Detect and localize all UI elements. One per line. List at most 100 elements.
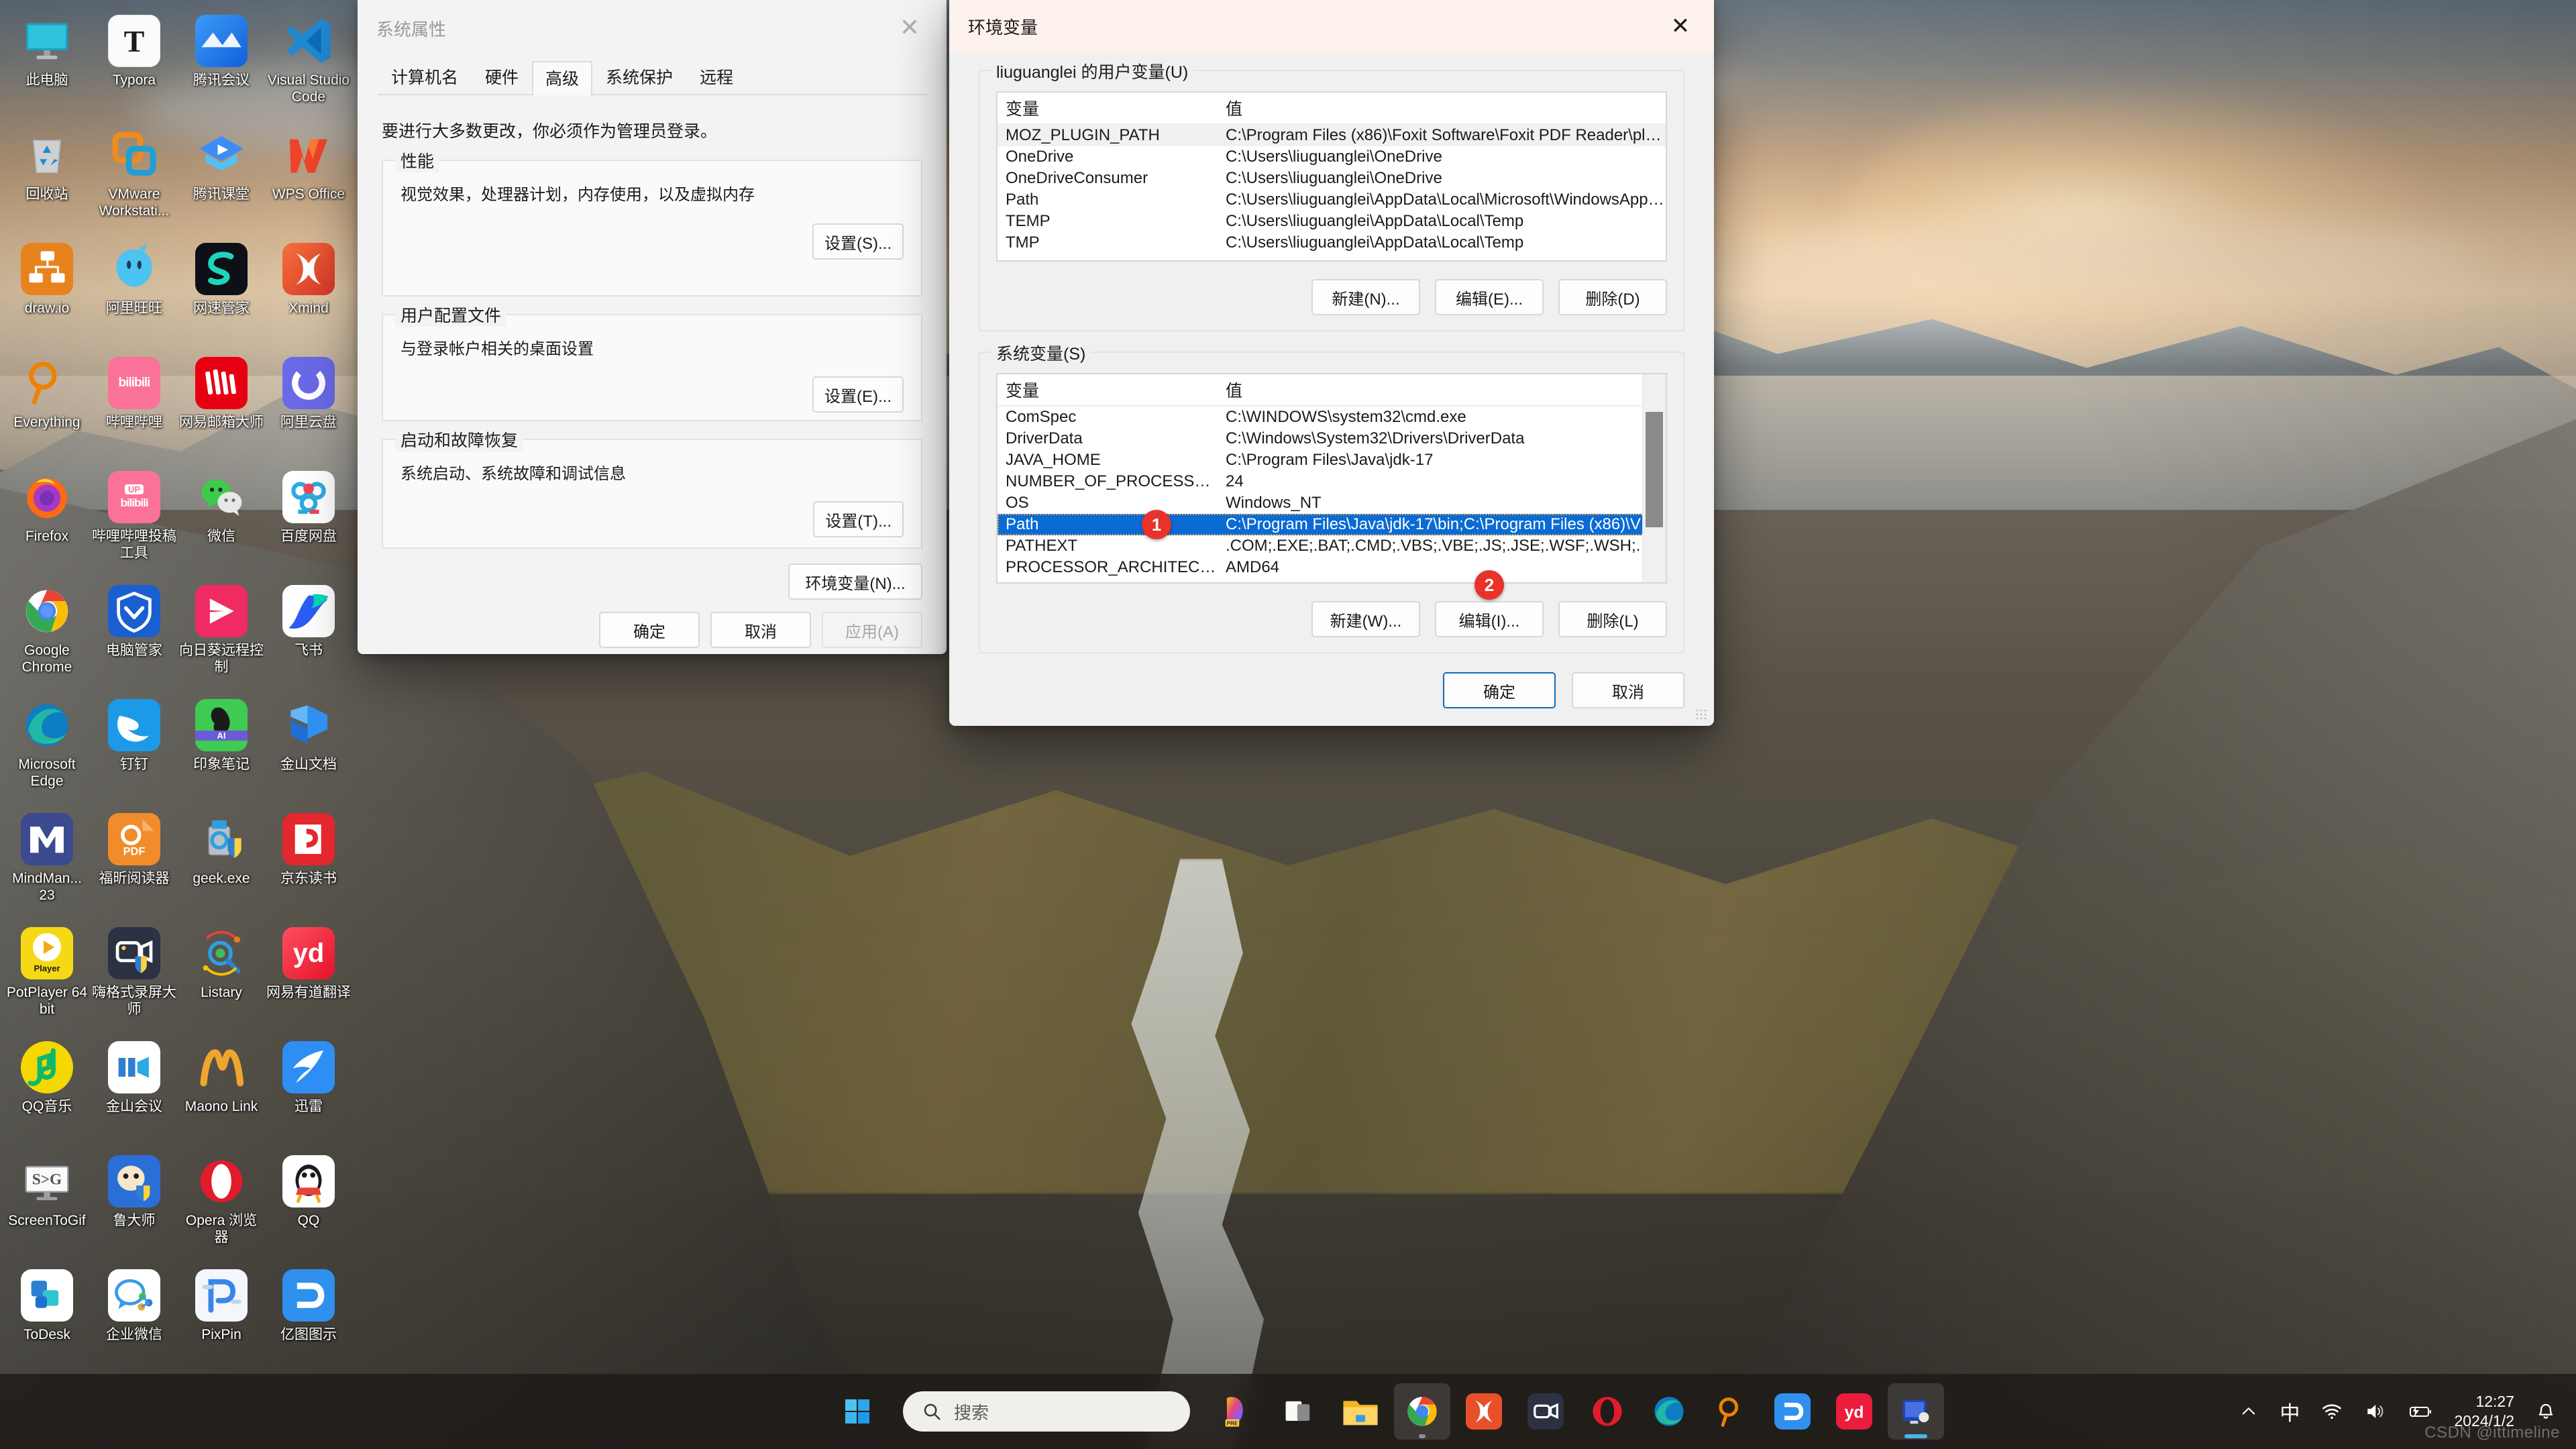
desktop-icon-kingsoft-meeting[interactable]: 金山会议 <box>91 1033 178 1147</box>
sysprops-ok-button[interactable]: 确定 <box>599 612 700 648</box>
desktop-icon-netease-mail[interactable]: 网易邮箱大师 <box>178 349 265 463</box>
taskbar-item-opera[interactable] <box>1579 1383 1635 1440</box>
environment-variables-dialog[interactable]: 环境变量 ✕ liuguanglei 的用户变量(U) 变量 值 MOZ_PLU… <box>949 0 1714 726</box>
desktop-icon-feishu[interactable]: 飞书 <box>265 577 352 691</box>
desktop-icon-wps-office[interactable]: WPS Office <box>265 121 352 235</box>
desktop-icon-drawio[interactable]: draw.io <box>3 235 91 349</box>
desktop-icon-edge[interactable]: Microsoft Edge <box>3 691 91 805</box>
tab-1[interactable]: 计算机名 <box>378 60 472 94</box>
battery-button[interactable] <box>2396 1374 2443 1449</box>
desktop-icon-qq-music[interactable]: QQ音乐 <box>3 1033 91 1147</box>
desktop-icon-wecom[interactable]: 企业微信 <box>91 1261 178 1375</box>
table-row[interactable]: TEMP C:\Users\liuguanglei\AppData\Local\T… <box>998 211 1666 232</box>
desktop-icon-aliwangwang[interactable]: 阿里旺旺 <box>91 235 178 349</box>
system-properties-tabstrip[interactable]: 计算机名 硬件 高级 系统保护 远程 <box>378 56 928 95</box>
desktop-icon-higeshi-recorder[interactable]: 嗨格式录屏大师 <box>91 919 178 1033</box>
taskbar-item-edraw[interactable] <box>1764 1383 1821 1440</box>
volume-button[interactable] <box>2353 1374 2396 1449</box>
system-variables-list[interactable]: 变量 值 ComSpec C:\WINDOWS\system32\cmd.exe D… <box>996 373 1667 584</box>
table-row[interactable]: Path C:\Users\liuguanglei\AppData\Local\M… <box>998 189 1666 211</box>
tab-5[interactable]: 远程 <box>686 60 747 94</box>
taskbar-item-everything[interactable] <box>1703 1383 1759 1440</box>
environment-variables-button[interactable]: 环境变量(N)... <box>788 564 922 600</box>
taskbar-item-microsoft-edge[interactable] <box>1641 1383 1697 1440</box>
desktop-icon-firefox[interactable]: Firefox <box>3 463 91 577</box>
desktop-icon-youdao-translate[interactable]: yd 网易有道翻译 <box>265 919 352 1033</box>
desktop-icon-edraw[interactable]: 亿图图示 <box>265 1261 352 1375</box>
user-profiles-settings-button[interactable]: 设置(E)... <box>812 376 904 413</box>
desktop-icon-geek-uninstaller[interactable]: geek.exe <box>178 805 265 919</box>
taskbar-item-system-properties[interactable] <box>1888 1383 1944 1440</box>
desktop-icon-maono-link[interactable]: Maono Link <box>178 1033 265 1147</box>
system-edit-button[interactable]: 编辑(I)... <box>1435 601 1544 637</box>
desktop-icon-aliyun-drive[interactable]: 阿里云盘 <box>265 349 352 463</box>
sysprops-cancel-button[interactable]: 取消 <box>710 612 811 648</box>
startup-recovery-settings-button[interactable]: 设置(T)... <box>813 501 904 537</box>
tray-chevron-button[interactable] <box>2229 1374 2269 1449</box>
system-delete-button[interactable]: 删除(L) <box>1558 601 1667 637</box>
system-new-button[interactable]: 新建(W)... <box>1311 601 1420 637</box>
user-variables-rows[interactable]: MOZ_PLUGIN_PATH C:\Program Files (x86)\Fo… <box>998 125 1666 254</box>
close-icon[interactable]: ✕ <box>1647 0 1714 52</box>
tab-4[interactable]: 系统保护 <box>592 60 686 94</box>
clock-button[interactable]: 12:27 2024/1/2 <box>2443 1392 2525 1431</box>
desktop-icon-foxit-reader[interactable]: PDF 福昕阅读器 <box>91 805 178 919</box>
desktop-icon-potplayer[interactable]: Player PotPlayer 64 bit <box>3 919 91 1033</box>
desktop-icon-evernote[interactable]: AI 印象笔记 <box>178 691 265 805</box>
taskbar-item-task-view[interactable] <box>1271 1383 1327 1440</box>
desktop-icon-recycle-bin[interactable]: 回收站 <box>3 121 91 235</box>
resize-grip-icon[interactable] <box>1695 708 1707 720</box>
desktop-icon-mindmanager[interactable]: MindMan... 23 <box>3 805 91 919</box>
start-button[interactable] <box>829 1383 885 1440</box>
taskbar-item-higeshi-recorder[interactable] <box>1517 1383 1574 1440</box>
desktop-icon-xmind[interactable]: Xmind <box>265 235 352 349</box>
close-icon[interactable]: ✕ <box>873 0 947 56</box>
user-delete-button[interactable]: 删除(D) <box>1558 279 1667 315</box>
desktop-icon-netspeed[interactable]: 网速管家 <box>178 235 265 349</box>
table-row[interactable]: OneDriveConsumer C:\Users\liuguanglei\One… <box>998 168 1666 189</box>
desktop-icon-everything[interactable]: Everything <box>3 349 91 463</box>
desktop-icon-opera[interactable]: Opera 浏览器 <box>178 1147 265 1261</box>
desktop-icon-sunlogin[interactable]: 向日葵远程控制 <box>178 577 265 691</box>
desktop-icon-qq[interactable]: QQ <box>265 1147 352 1261</box>
environment-variables-titlebar[interactable]: 环境变量 ✕ <box>949 0 1714 52</box>
taskbar-item-file-explorer[interactable] <box>1332 1383 1389 1440</box>
desktop-icon-chrome[interactable]: Google Chrome <box>3 577 91 691</box>
desktop-icon-tencent-meeting[interactable]: 腾讯会议 <box>178 7 265 121</box>
taskbar-search-box[interactable]: 搜索 <box>903 1391 1190 1432</box>
system-tray[interactable]: 中 12:27 2024/1/2 <box>2229 1374 2576 1449</box>
desktop-icon-vscode[interactable]: Visual Studio Code <box>265 7 352 121</box>
taskbar-item-google-chrome[interactable] <box>1394 1383 1450 1440</box>
sysprops-apply-button[interactable]: 应用(A) <box>822 612 922 648</box>
system-variables-scrollbar[interactable] <box>1642 374 1666 582</box>
desktop-icon-vmware[interactable]: VMware Workstati... <box>91 121 178 235</box>
table-row[interactable]: JAVA_HOME C:\Program Files\Java\jdk-17 <box>998 449 1666 471</box>
desktop-icon-bilibili-upload[interactable]: UP bilibili 哔哩哔哩投稿工具 <box>91 463 178 577</box>
desktop-icon-bilibili[interactable]: bilibili 哔哩哔哩 <box>91 349 178 463</box>
taskbar-item-xmind[interactable] <box>1456 1383 1512 1440</box>
system-properties-titlebar[interactable]: 系统属性 ✕ <box>358 0 947 56</box>
system-variables-rows[interactable]: ComSpec C:\WINDOWS\system32\cmd.exe Driver… <box>998 407 1666 578</box>
desktop-icon-jd-read[interactable]: 京东读书 <box>265 805 352 919</box>
table-row[interactable]: Path C:\Program Files\Java\jdk-17\bin;C:\… <box>998 514 1666 535</box>
wifi-button[interactable] <box>2310 1374 2353 1449</box>
desktop-icon-tencent-classroom[interactable]: 腾讯课堂 <box>178 121 265 235</box>
desktop-icon-this-pc[interactable]: 此电脑 <box>3 7 91 121</box>
desktop-icon-baidu-netdisk[interactable]: 百度网盘 <box>265 463 352 577</box>
scrollbar-thumb[interactable] <box>1646 412 1663 527</box>
taskbar-app-list[interactable]: PRE yd <box>1206 1383 1947 1440</box>
desktop-icon-listary[interactable]: Listary <box>178 919 265 1033</box>
performance-settings-button[interactable]: 设置(S)... <box>812 223 904 260</box>
table-row[interactable]: ComSpec C:\WINDOWS\system32\cmd.exe <box>998 407 1666 428</box>
user-variables-list[interactable]: 变量 值 MOZ_PLUGIN_PATH C:\Program Files (x8… <box>996 91 1667 262</box>
desktop-icon-thunder[interactable]: 迅雷 <box>265 1033 352 1147</box>
desktop-icon-todesk[interactable]: ToDesk <box>3 1261 91 1375</box>
desktop-icon-pixpin[interactable]: PixPin <box>178 1261 265 1375</box>
ime-indicator[interactable]: 中 <box>2269 1374 2310 1449</box>
desktop-icon-dingtalk[interactable]: 钉钉 <box>91 691 178 805</box>
desktop-icon-typora[interactable]: T Typora <box>91 7 178 121</box>
taskbar[interactable]: 搜索 PRE yd 中 12:27 2024/1/2 CSDN @ittimel… <box>0 1374 2576 1449</box>
desktop-icon-kingsoft-doc[interactable]: 金山文档 <box>265 691 352 805</box>
taskbar-item-copilot-pre[interactable]: PRE <box>1209 1383 1265 1440</box>
desktop-icon-ludashi[interactable]: 鲁大师 <box>91 1147 178 1261</box>
